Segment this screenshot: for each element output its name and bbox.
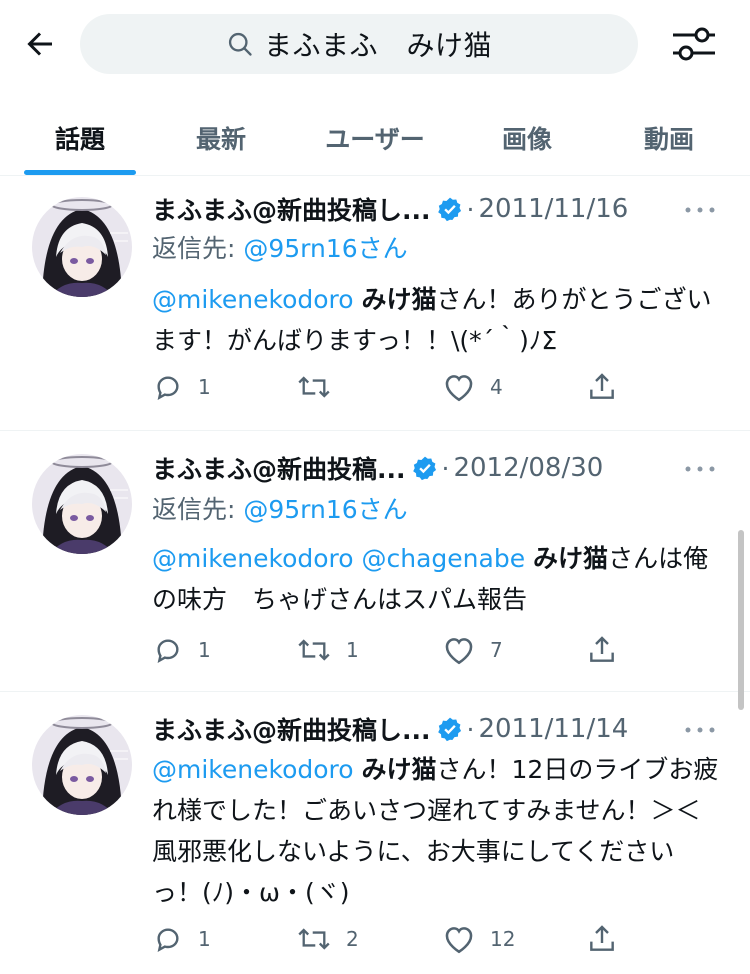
tweet-header: まふまふ@新曲投稿し... · 2011/11/16 [152, 191, 628, 227]
search-highlight: みけ猫 [533, 544, 609, 573]
heart-icon [445, 375, 473, 402]
share-button[interactable] [586, 919, 618, 959]
separator-dot: · [441, 453, 450, 483]
tab-videos[interactable]: 動画 [614, 100, 724, 175]
like-count: 7 [490, 638, 503, 662]
mention-link[interactable]: @mikenekodoro [152, 755, 354, 784]
heart-icon [445, 927, 473, 954]
share-icon [590, 636, 614, 662]
tweet-date[interactable]: 2011/11/16 [478, 194, 628, 224]
share-button[interactable] [586, 367, 618, 407]
more-options-button[interactable] [680, 195, 720, 225]
active-tab-indicator [24, 170, 136, 175]
search-settings-button[interactable] [668, 20, 720, 68]
reply-count: 1 [198, 927, 211, 951]
reply-count: 1 [198, 375, 211, 399]
tab-photos[interactable]: 画像 [472, 100, 582, 175]
more-dots-icon [685, 207, 715, 213]
share-icon [590, 925, 614, 951]
more-options-button[interactable] [680, 454, 720, 484]
reply-button[interactable]: 1 [152, 919, 211, 959]
back-button[interactable] [18, 22, 62, 66]
more-options-button[interactable] [680, 715, 720, 745]
mention-link[interactable]: @mikenekodoro [152, 285, 354, 314]
retweet-button[interactable] [296, 367, 346, 407]
retweet-icon [298, 928, 330, 950]
tweet[interactable]: まふまふ@新曲投稿し... · 2011/11/16 返信先: @95rn16さ… [0, 177, 750, 431]
display-name[interactable]: まふまふ@新曲投稿し... [152, 191, 431, 227]
retweet-count: 1 [346, 638, 359, 662]
verified-badge-icon [437, 196, 463, 222]
reply-to-label: 返信先: [152, 495, 244, 524]
search-query: まふまふ みけ猫 [263, 29, 492, 62]
tweet-actions: 1 1 7 [152, 630, 632, 670]
retweet-icon [298, 376, 330, 398]
reply-button[interactable]: 1 [152, 630, 211, 670]
reply-icon [157, 639, 179, 663]
search-icon [228, 32, 252, 56]
more-dots-icon [685, 727, 715, 733]
share-button[interactable] [586, 630, 618, 670]
separator-dot: · [466, 714, 475, 744]
separator-dot: · [466, 194, 475, 224]
reply-to-line: 返信先: @95rn16さん [152, 490, 408, 526]
search-input[interactable]: まふまふ みけ猫 [80, 14, 638, 74]
retweet-icon [298, 639, 330, 661]
like-button[interactable]: 7 [442, 630, 503, 670]
reply-count: 1 [198, 638, 211, 662]
tweet-date[interactable]: 2011/11/14 [478, 714, 628, 744]
tweet-text: @mikenekodoro @chagenabe みけ猫さんは俺の味方 ちゃげさ… [152, 538, 722, 620]
search-header: まふまふ みけ猫 [0, 0, 750, 88]
retweet-button[interactable]: 1 [296, 630, 359, 670]
reply-icon [157, 928, 179, 952]
arrow-left-icon [27, 32, 52, 56]
tweet-actions: 1 4 [152, 367, 632, 407]
tweet-header: まふまふ@新曲投稿... · 2012/08/30 [152, 450, 603, 486]
like-count: 4 [490, 375, 503, 399]
like-count: 12 [490, 927, 516, 951]
verified-badge-icon [437, 716, 463, 742]
avatar[interactable] [32, 715, 132, 815]
tweet-header: まふまふ@新曲投稿し... · 2011/11/14 [152, 711, 628, 747]
retweet-button[interactable]: 2 [296, 919, 359, 959]
like-button[interactable]: 4 [442, 367, 503, 407]
tweet-text: @mikenekodoro みけ猫さん！ありがとうございます！がんばりますっ！！… [152, 279, 722, 361]
display-name[interactable]: まふまふ@新曲投稿し... [152, 711, 431, 747]
tweet[interactable]: まふまふ@新曲投稿し... · 2011/11/14 @mikenekodoro… [0, 693, 750, 974]
search-highlight: みけ猫 [361, 755, 437, 784]
more-dots-icon [685, 466, 715, 472]
mention-link[interactable]: @mikenekodoro @chagenabe [152, 544, 525, 573]
share-icon [590, 373, 614, 399]
tweet-text: @mikenekodoro みけ猫さん！12日のライブお疲れ様でした！ごあいさつ… [152, 749, 726, 913]
avatar[interactable] [32, 197, 132, 297]
display-name[interactable]: まふまふ@新曲投稿... [152, 450, 406, 486]
tab-people[interactable]: ユーザー [300, 100, 450, 175]
settings-sliders-icon [673, 27, 715, 61]
reply-button[interactable]: 1 [152, 367, 211, 407]
reply-to-line: 返信先: @95rn16さん [152, 229, 408, 265]
search-tabs: 話題 最新 ユーザー 画像 動画 [0, 100, 750, 176]
reply-to-handle[interactable]: @95rn16さん [243, 495, 407, 524]
search-highlight: みけ猫 [361, 285, 437, 314]
reply-icon [157, 376, 179, 400]
tab-latest[interactable]: 最新 [166, 100, 276, 175]
tweet[interactable]: まふまふ@新曲投稿... · 2012/08/30 返信先: @95rn16さん… [0, 432, 750, 692]
reply-to-handle[interactable]: @95rn16さん [243, 234, 407, 263]
tweet-date[interactable]: 2012/08/30 [453, 453, 603, 483]
retweet-count: 2 [346, 927, 359, 951]
heart-icon [445, 638, 473, 665]
tweet-actions: 1 2 12 [152, 919, 632, 959]
verified-badge-icon [412, 455, 438, 481]
tab-top[interactable]: 話題 [24, 100, 136, 175]
reply-to-label: 返信先: [152, 234, 244, 263]
avatar[interactable] [32, 454, 132, 554]
like-button[interactable]: 12 [442, 919, 515, 959]
scrollbar[interactable] [738, 530, 744, 710]
